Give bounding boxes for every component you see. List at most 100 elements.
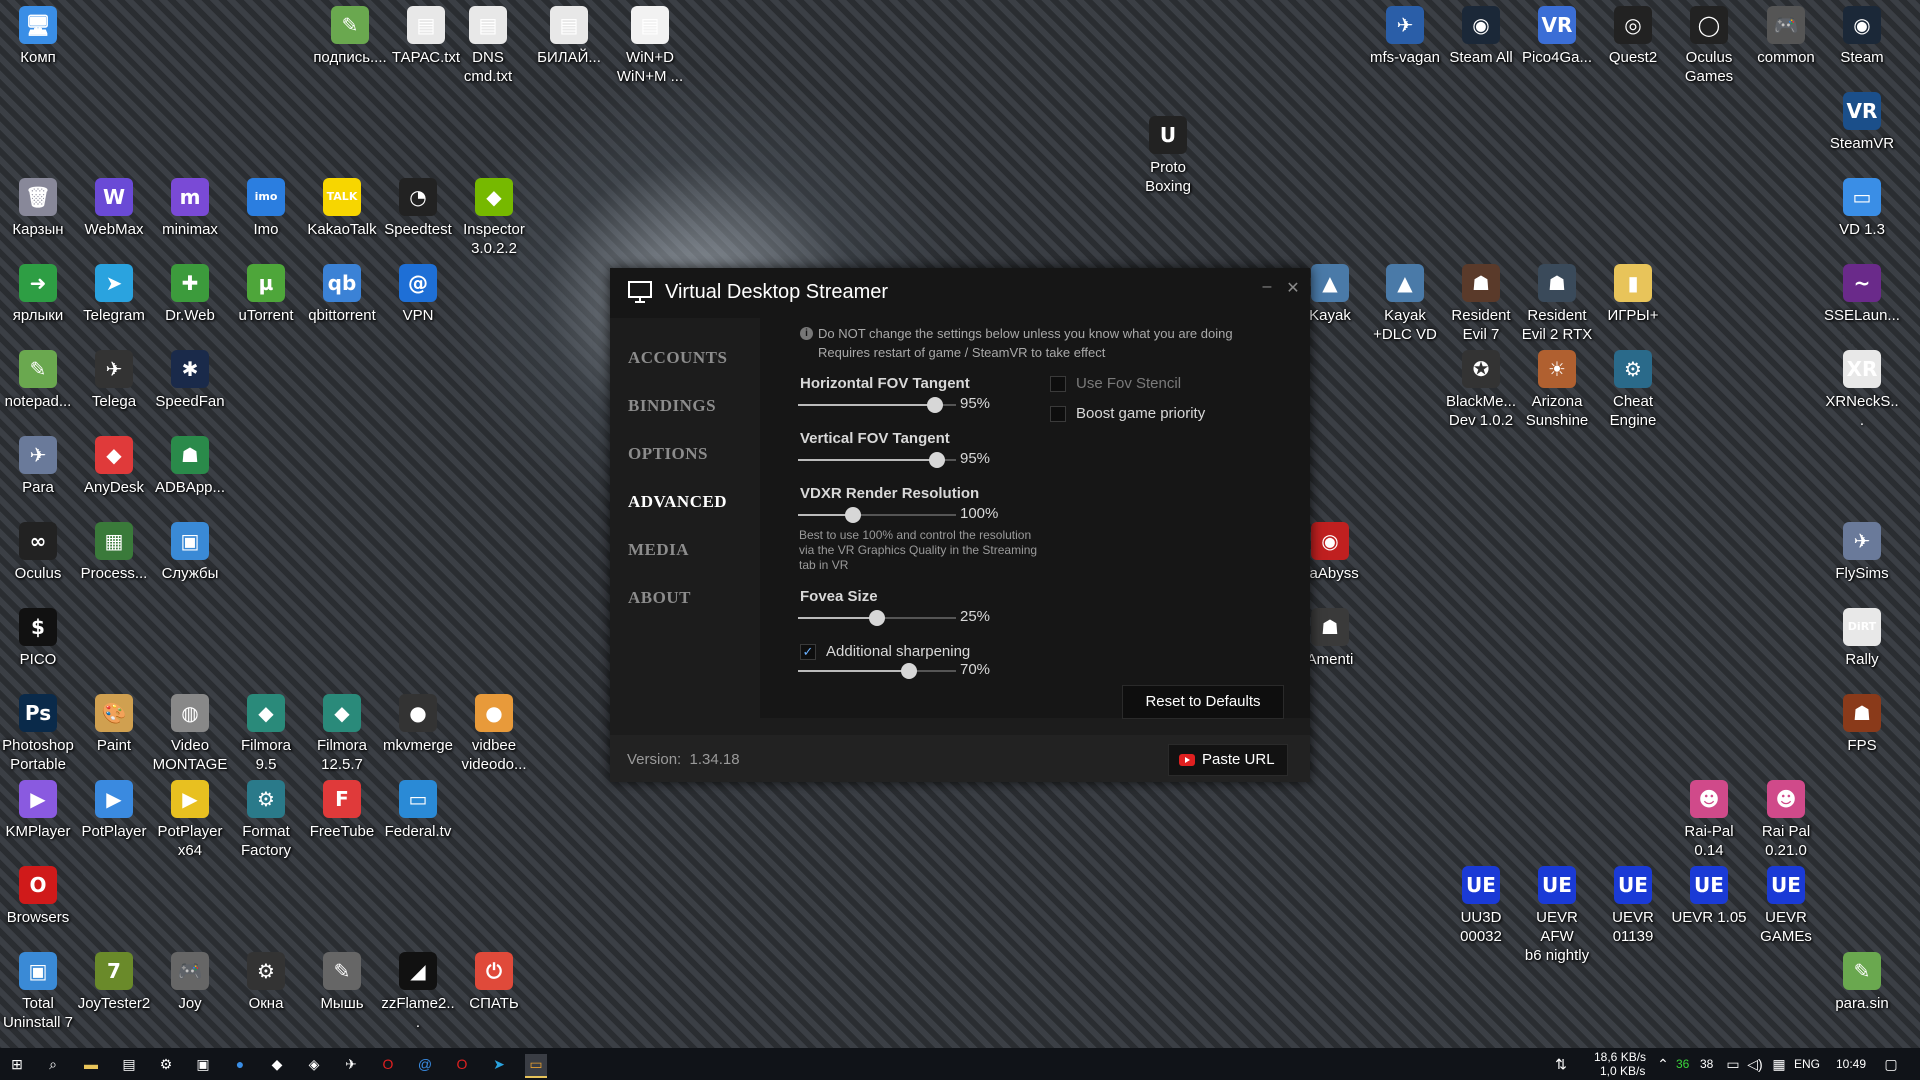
title-bar[interactable]: Virtual Desktop Streamer – ✕ xyxy=(610,268,1310,318)
desktop-shortcut[interactable]: VR Pico4Ga... xyxy=(1519,0,1595,67)
desktop-shortcut[interactable]: UE UEVR GAMEs xyxy=(1748,860,1824,946)
desktop-shortcut[interactable]: ◉ Steam All xyxy=(1443,0,1519,67)
render-resolution-slider[interactable] xyxy=(798,507,956,523)
notepad-taskbar-icon[interactable]: ▤ xyxy=(118,1054,140,1074)
desktop-shortcut[interactable]: O Browsers xyxy=(0,860,76,927)
desktop-shortcut[interactable]: ✎ notepad... xyxy=(0,344,76,411)
desktop-shortcut[interactable]: 🎮 Joy xyxy=(152,946,228,1013)
desktop-shortcut[interactable]: ✎ para.sin xyxy=(1824,946,1900,1013)
desktop-shortcut[interactable]: ◍ Video MONTAGE xyxy=(152,688,228,774)
desktop-shortcut[interactable]: F FreeTube xyxy=(304,774,380,841)
paste-url-button[interactable]: Paste URL xyxy=(1168,744,1288,776)
desktop-shortcut[interactable]: qb qbittorrent xyxy=(304,258,380,325)
opera-taskbar-icon[interactable]: O xyxy=(377,1054,399,1074)
desktop-shortcut[interactable]: ✎ Мышь xyxy=(304,946,380,1013)
desktop-shortcut[interactable]: ▣ Total Uninstall 7 xyxy=(0,946,76,1032)
desktop-shortcut[interactable]: 🗑 Карзын xyxy=(0,172,76,239)
desktop-shortcut[interactable]: ◆ AnyDesk xyxy=(76,430,152,497)
desktop-shortcut[interactable]: ◉ Steam xyxy=(1824,0,1900,67)
keyboard-icon[interactable]: ▦ xyxy=(1768,1054,1790,1074)
nav-advanced[interactable]: ADVANCED xyxy=(628,492,727,512)
desktop-shortcut[interactable]: ✈ Telega xyxy=(76,344,152,411)
close-button[interactable]: ✕ xyxy=(1282,278,1304,298)
desktop-shortcut[interactable]: ◎ Quest2 xyxy=(1595,0,1671,67)
virtual-desktop-taskbar-icon[interactable]: ▭ xyxy=(525,1054,547,1078)
clock[interactable]: 10:49 xyxy=(1836,1057,1866,1071)
desktop-shortcut[interactable]: 🎮 common xyxy=(1748,0,1824,67)
desktop-shortcut[interactable]: ✪ BlackMe... Dev 1.0.2 xyxy=(1443,344,1519,430)
desktop-shortcut[interactable]: ▶ PotPlayer x64 xyxy=(152,774,228,860)
desktop-shortcut[interactable]: 🎨 Paint xyxy=(76,688,152,755)
vpn-taskbar-icon[interactable]: @ xyxy=(414,1054,436,1074)
minimize-button[interactable]: – xyxy=(1256,278,1278,296)
vertical-fov-slider[interactable] xyxy=(798,452,956,468)
app-taskbar-icon[interactable]: ✈ xyxy=(340,1054,362,1074)
desktop-shortcut[interactable]: ▤ DNS cmd.txt xyxy=(450,0,526,86)
app-taskbar-icon[interactable]: ◆ xyxy=(266,1054,288,1074)
desktop-shortcut[interactable]: UE UU3D 00032 xyxy=(1443,860,1519,946)
desktop-shortcut[interactable]: $ PICO xyxy=(0,602,76,669)
desktop-shortcut[interactable]: ▦ Process... xyxy=(76,516,152,583)
desktop-shortcut[interactable]: ▲ Kayak +DLC VD xyxy=(1367,258,1443,344)
desktop-shortcut[interactable]: ✈ mfs-vagan xyxy=(1367,0,1443,67)
notifications-icon[interactable]: ▢ xyxy=(1880,1054,1902,1074)
additional-sharpening-checkbox[interactable]: ✓ xyxy=(800,644,816,660)
desktop-shortcut[interactable]: TALK KakaoTalk xyxy=(304,172,380,239)
desktop-shortcut[interactable]: ☗ Resident Evil 2 RTX xyxy=(1519,258,1595,344)
desktop-shortcut[interactable]: ☗ ADBApp... xyxy=(152,430,228,497)
desktop-shortcut[interactable]: ☗ Resident Evil 7 xyxy=(1443,258,1519,344)
desktop-shortcut[interactable]: UE UEVR 01139 xyxy=(1595,860,1671,946)
network-icon[interactable]: ▭ xyxy=(1722,1054,1744,1074)
desktop-shortcut[interactable]: ✎ подпись.... xyxy=(312,0,388,67)
desktop-shortcut[interactable]: ◆ Filmora 12.5.7 xyxy=(304,688,380,774)
slider-thumb[interactable] xyxy=(929,452,945,468)
desktop-shortcut[interactable]: ➤ Telegram xyxy=(76,258,152,325)
desktop-shortcut[interactable]: µ uTorrent xyxy=(228,258,304,325)
desktop-shortcut[interactable]: imo Imo xyxy=(228,172,304,239)
desktop-shortcut[interactable]: Ps Photoshop Portable xyxy=(0,688,76,774)
horizontal-fov-slider[interactable] xyxy=(798,397,956,413)
desktop-shortcut[interactable]: VR SteamVR xyxy=(1824,86,1900,153)
desktop-shortcut[interactable]: ⚙ Cheat Engine xyxy=(1595,344,1671,430)
file-explorer-icon[interactable]: ▬ xyxy=(80,1054,102,1074)
reset-to-defaults-button[interactable]: Reset to Defaults xyxy=(1122,685,1284,719)
app-taskbar-icon[interactable]: ● xyxy=(229,1054,251,1074)
language-indicator[interactable]: ENG xyxy=(1794,1057,1820,1071)
desktop-shortcut[interactable]: 🖥 Комп xyxy=(0,0,76,67)
desktop-shortcut[interactable]: ✱ SpeedFan xyxy=(152,344,228,411)
boost-priority-checkbox[interactable] xyxy=(1050,406,1066,422)
desktop-shortcut[interactable]: UE UEVR 1.05 xyxy=(1671,860,1747,927)
nav-about[interactable]: ABOUT xyxy=(628,588,691,608)
search-icon[interactable]: ⌕ xyxy=(42,1054,64,1074)
desktop-shortcut[interactable]: ☀ Arizona Sunshine xyxy=(1519,344,1595,430)
calculator-taskbar-icon[interactable]: ▣ xyxy=(192,1054,214,1074)
nav-options[interactable]: OPTIONS xyxy=(628,444,708,464)
use-fov-stencil-checkbox[interactable] xyxy=(1050,376,1066,392)
desktop-shortcut[interactable]: U Proto Boxing xyxy=(1130,110,1206,196)
nav-bindings[interactable]: BINDINGS xyxy=(628,396,716,416)
desktop-shortcut[interactable]: ☗ FPS xyxy=(1824,688,1900,755)
desktop-shortcut[interactable]: DiRT Rally xyxy=(1824,602,1900,669)
slider-thumb[interactable] xyxy=(901,663,917,679)
desktop-shortcut[interactable]: ◔ Speedtest xyxy=(380,172,456,239)
desktop-shortcut[interactable]: ◆ Filmora 9.5 xyxy=(228,688,304,774)
volume-icon[interactable]: ◁) xyxy=(1744,1054,1766,1074)
desktop-shortcut[interactable]: ☻ Rai Pal 0.21.0 xyxy=(1748,774,1824,860)
desktop-shortcut[interactable]: W WebMax xyxy=(76,172,152,239)
desktop-shortcut[interactable]: ⚙ Окна xyxy=(228,946,304,1013)
desktop-shortcut[interactable]: ▶ PotPlayer xyxy=(76,774,152,841)
desktop-shortcut[interactable]: ☻ Rai-Pal 0.14 xyxy=(1671,774,1747,860)
telegram-taskbar-icon[interactable]: ➤ xyxy=(488,1054,510,1074)
desktop-shortcut[interactable]: UE UEVR AFW b6 nightly xyxy=(1519,860,1595,965)
start-icon[interactable]: ⊞ xyxy=(6,1054,28,1074)
desktop-shortcut[interactable]: ✈ Para xyxy=(0,430,76,497)
desktop-shortcut[interactable]: ◆ Inspector 3.0.2.2 xyxy=(456,172,532,258)
desktop-shortcut[interactable]: ◯ Oculus Games xyxy=(1671,0,1747,86)
desktop-shortcut[interactable]: ▤ БИЛАЙ... xyxy=(531,0,607,67)
tray-chevron-icon[interactable]: ⌃ xyxy=(1652,1054,1674,1074)
desktop-shortcut[interactable]: ⏻ СПАТЬ xyxy=(456,946,532,1013)
fovea-size-slider[interactable] xyxy=(798,610,956,626)
desktop-shortcut[interactable]: ▶ KMPlayer xyxy=(0,774,76,841)
desktop-shortcut[interactable]: ▮ ИГРЫ+ xyxy=(1595,258,1671,325)
sharpening-slider[interactable] xyxy=(798,663,956,679)
